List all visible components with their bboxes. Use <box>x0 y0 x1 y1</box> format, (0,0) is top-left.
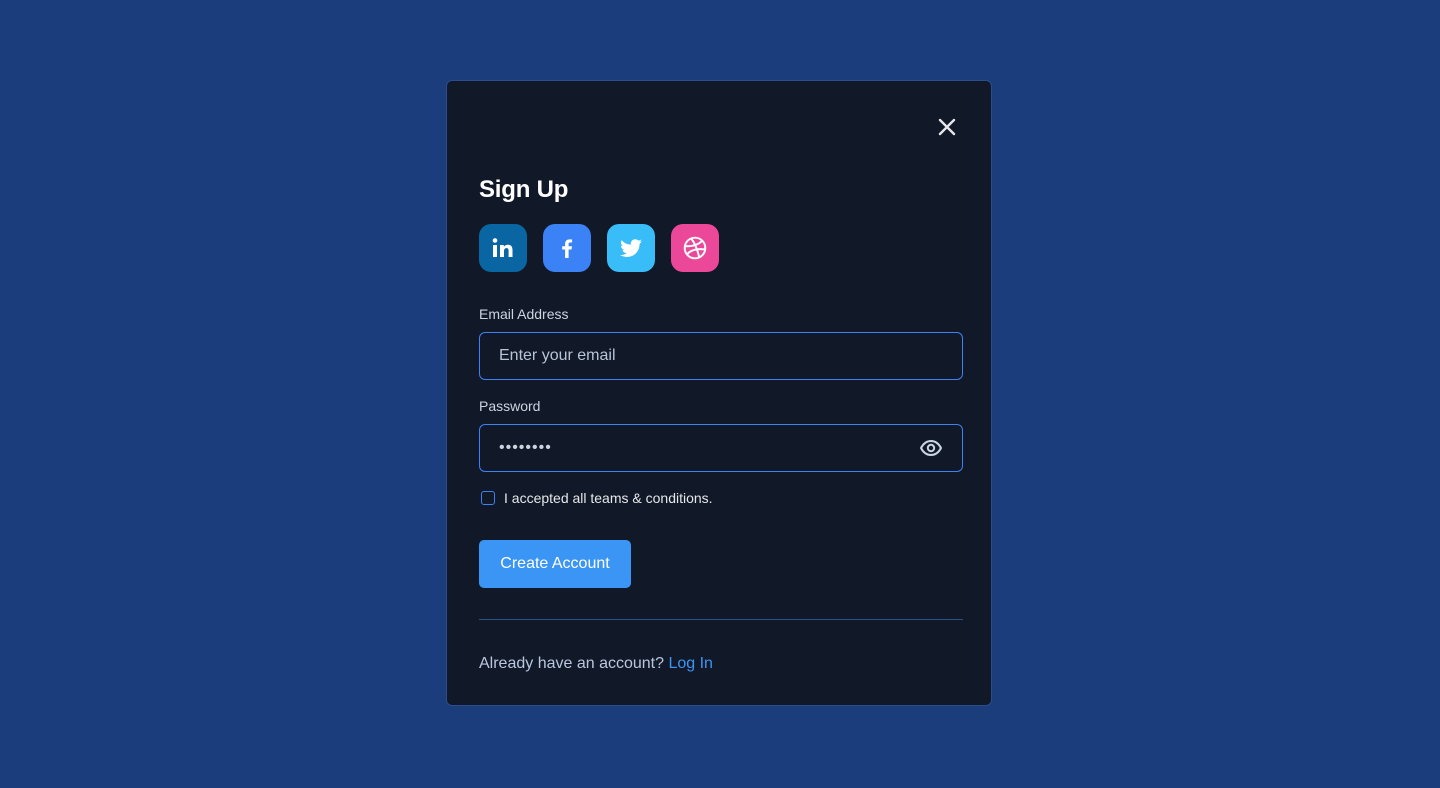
terms-checkbox[interactable] <box>481 491 495 505</box>
email-field-wrapper <box>479 332 963 380</box>
terms-label: I accepted all teams & conditions. <box>504 490 713 506</box>
password-label: Password <box>479 398 541 414</box>
modal-title: Sign Up <box>479 176 569 203</box>
close-button[interactable] <box>935 115 959 139</box>
password-field[interactable] <box>480 425 919 471</box>
login-prompt-text: Already have an account? <box>479 655 665 672</box>
login-link[interactable]: Log In <box>668 655 712 672</box>
create-account-button[interactable]: Create Account <box>479 540 631 588</box>
twitter-button[interactable] <box>607 224 655 272</box>
divider <box>479 619 963 620</box>
dribbble-button[interactable] <box>671 224 719 272</box>
eye-icon <box>920 440 942 456</box>
twitter-icon <box>620 239 642 257</box>
email-label: Email Address <box>479 306 569 322</box>
dribbble-icon <box>683 236 707 260</box>
facebook-button[interactable] <box>543 224 591 272</box>
signup-modal: Sign Up Email Address Enter your email P… <box>446 80 992 706</box>
password-visibility-toggle[interactable] <box>919 436 943 460</box>
terms-row: I accepted all teams & conditions. <box>481 490 713 506</box>
linkedin-button[interactable] <box>479 224 527 272</box>
login-prompt: Already have an account? Log In <box>479 655 713 673</box>
social-buttons <box>479 224 719 272</box>
email-field[interactable] <box>480 333 962 379</box>
linkedin-icon <box>492 238 513 257</box>
facebook-icon <box>562 239 573 258</box>
close-icon <box>938 118 956 136</box>
password-field-wrapper <box>479 424 963 472</box>
